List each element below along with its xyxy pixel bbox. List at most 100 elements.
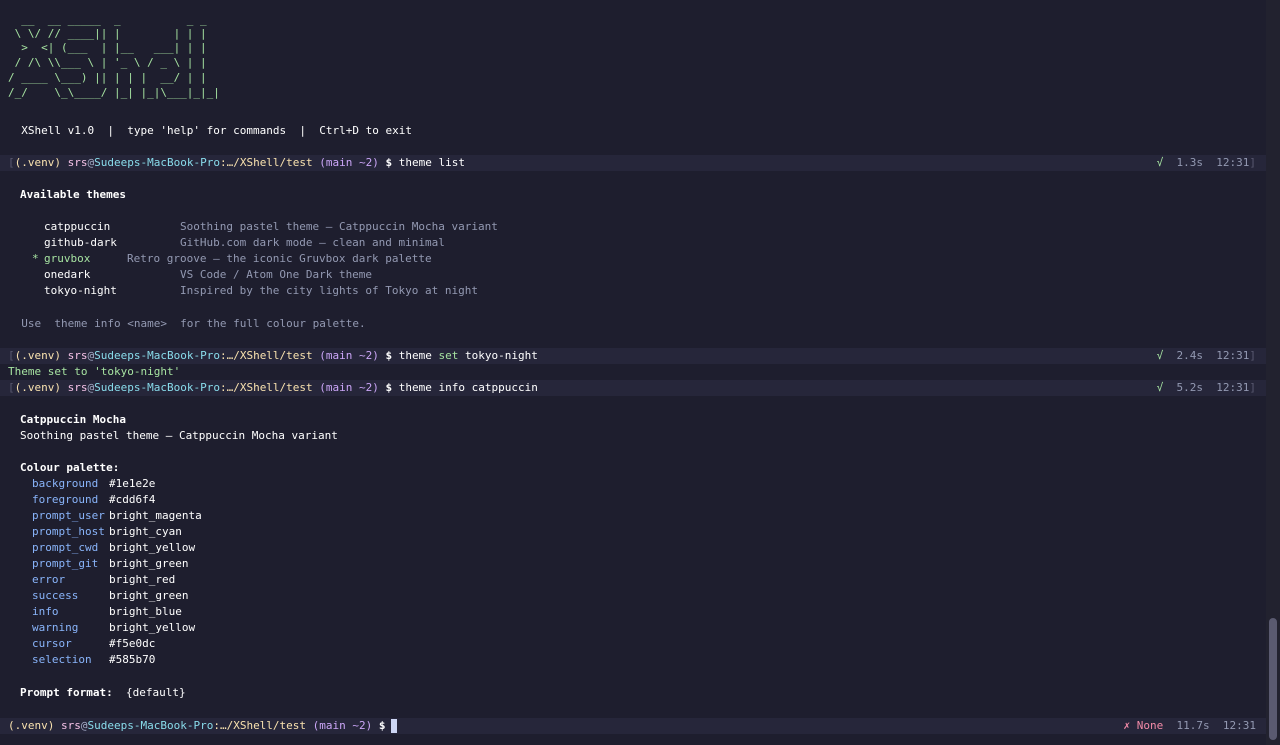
theme-name: tokyo-night <box>44 284 117 297</box>
info-title: Catppuccin Mocha <box>20 413 126 426</box>
status-ok: √ <box>1156 349 1164 362</box>
status-ok: √ <box>1156 381 1164 394</box>
palette-key: info <box>32 605 59 618</box>
command-text: theme info catppuccin <box>398 381 538 394</box>
prompt-user: srs <box>67 349 88 362</box>
palette-key: foreground <box>32 493 99 506</box>
banner-line: / /\ \\___ \ | '_ \ / _ \ | | <box>8 56 207 69</box>
banner-line: / ____ \___) || | | | __/ | | <box>8 71 207 84</box>
palette-key: prompt_cwd <box>32 541 99 554</box>
set-result: Theme set to 'tokyo-night' <box>8 365 181 378</box>
text-cursor[interactable] <box>390 719 397 733</box>
duration: 5.2s <box>1176 381 1204 394</box>
prompt-venv: (.venv) <box>14 349 61 362</box>
palette-row: info bright_blue <box>32 604 1266 620</box>
palette-value: #1e1e2e <box>109 477 156 490</box>
theme-name: github-dark <box>44 236 117 249</box>
prompt-git: (main ~2) <box>312 719 373 732</box>
prompt-host: Sudeeps-MacBook-Pro <box>94 349 220 362</box>
theme-row: catppuccin Soothing pastel theme — Catppu… <box>32 219 1266 235</box>
prompt-format-value: {default} <box>125 686 186 699</box>
timestamp: 12:31 <box>1216 156 1250 169</box>
prompt-user: srs <box>60 719 81 732</box>
theme-name: onedark <box>44 268 91 281</box>
command-text: theme list <box>398 156 466 169</box>
prompt-host: Sudeeps-MacBook-Pro <box>87 719 214 732</box>
prompt-cwd: :…/XShell/test <box>219 156 313 169</box>
theme-desc: VS Code / Atom One Dark theme <box>180 268 373 281</box>
palette-value: bright_magenta <box>109 509 202 522</box>
prompt-git: (main ~2) <box>319 381 379 394</box>
theme-row: github-dark GitHub.com dark mode — clean … <box>32 235 1266 251</box>
use-hint: Use theme info <name> for the full colou… <box>8 317 366 330</box>
prompt-dollar: $ <box>378 719 386 732</box>
palette-row: prompt_git bright_green <box>32 556 1266 572</box>
timestamp: 12:31 <box>1216 349 1250 362</box>
status-ok: √ <box>1156 156 1164 169</box>
prompt-dollar: $ <box>385 349 393 362</box>
prompt-format-line: Prompt format: {default} <box>20 685 1266 701</box>
palette-value: bright_green <box>109 557 189 570</box>
intro-line: XShell v1.0 | type 'help' for commands |… <box>8 124 412 137</box>
themes-heading: Available themes <box>20 188 126 201</box>
palette-value: #f5e0dc <box>109 637 156 650</box>
current-prompt-line[interactable]: (.venv) srs@Sudeeps-MacBook-Pro:…/XShell… <box>0 718 1266 734</box>
command-text: theme <box>398 349 439 362</box>
theme-desc: Retro groove — the iconic Gruvbox dark p… <box>127 252 432 265</box>
palette-value: bright_red <box>109 573 176 586</box>
prompt-user: srs <box>67 381 88 394</box>
palette-value: bright_green <box>109 589 189 602</box>
palette-key: selection <box>32 653 92 666</box>
banner-line: > <| (___ | |__ ___| | | <box>8 41 207 54</box>
prompt-format-label: Prompt format: <box>20 686 113 699</box>
palette-value: #cdd6f4 <box>109 493 156 506</box>
scrollbar[interactable] <box>1266 0 1280 745</box>
prompt-venv: (.venv) <box>8 719 55 732</box>
theme-name: gruvbox <box>44 252 91 265</box>
active-marker: * <box>32 252 39 265</box>
timestamp: 12:31 <box>1222 719 1256 732</box>
prompt-host: Sudeeps-MacBook-Pro <box>94 381 220 394</box>
status-error: ✗ None <box>1123 719 1164 732</box>
terminal-window[interactable]: __ __ _____ _ _ _ \ \/ // ____|| | | | |… <box>0 0 1266 745</box>
palette-key: prompt_host <box>32 525 105 538</box>
duration: 11.7s <box>1176 719 1210 732</box>
palette-row: warning bright_yellow <box>32 620 1266 636</box>
prompt-git: (main ~2) <box>319 349 379 362</box>
palette-key: warning <box>32 621 79 634</box>
palette-heading: Colour palette: <box>20 461 120 474</box>
info-desc: Soothing pastel theme — Catppuccin Mocha… <box>20 429 338 442</box>
prompt-line: [(.venv) srs@Sudeeps-MacBook-Pro:…/XShel… <box>0 348 1266 364</box>
theme-name: catppuccin <box>44 220 111 233</box>
prompt-cwd: :…/XShell/test <box>219 349 313 362</box>
prompt-host: Sudeeps-MacBook-Pro <box>94 156 220 169</box>
theme-row-active: * gruvbox Retro groove — the iconic Gruvbo… <box>32 251 1266 267</box>
timestamp: 12:31 <box>1216 381 1250 394</box>
command-arg: tokyo-night <box>458 349 538 362</box>
prompt-dollar: $ <box>385 381 393 394</box>
theme-desc: GitHub.com dark mode — clean and minimal <box>180 236 445 249</box>
palette-value: bright_yellow <box>109 621 196 634</box>
palette-row: background #1e1e2e <box>32 476 1266 492</box>
palette-row: cursor #f5e0dc <box>32 636 1266 652</box>
command-keyword: set <box>438 349 459 362</box>
prompt-git: (main ~2) <box>319 156 379 169</box>
scrollbar-thumb[interactable] <box>1269 618 1277 740</box>
palette-key: prompt_git <box>32 557 99 570</box>
palette-row: selection #585b70 <box>32 652 1266 668</box>
prompt-line: [(.venv) srs@Sudeeps-MacBook-Pro:…/XShel… <box>0 380 1266 396</box>
theme-desc: Inspired by the city lights of Tokyo at … <box>180 284 479 297</box>
palette-key: cursor <box>32 637 72 650</box>
prompt-venv: (.venv) <box>14 381 61 394</box>
palette-value: bright_yellow <box>109 541 196 554</box>
duration: 1.3s <box>1176 156 1204 169</box>
prompt-cwd: :…/XShell/test <box>219 381 313 394</box>
prompt-cwd: :…/XShell/test <box>213 719 307 732</box>
theme-row: onedark VS Code / Atom One Dark theme <box>32 267 1266 283</box>
palette-key: prompt_user <box>32 509 105 522</box>
theme-row: tokyo-night Inspired by the city lights o… <box>32 283 1266 299</box>
palette-row: prompt_cwd bright_yellow <box>32 540 1266 556</box>
palette-row: error bright_red <box>32 572 1266 588</box>
palette-row: prompt_host bright_cyan <box>32 524 1266 540</box>
palette-row: foreground #cdd6f4 <box>32 492 1266 508</box>
